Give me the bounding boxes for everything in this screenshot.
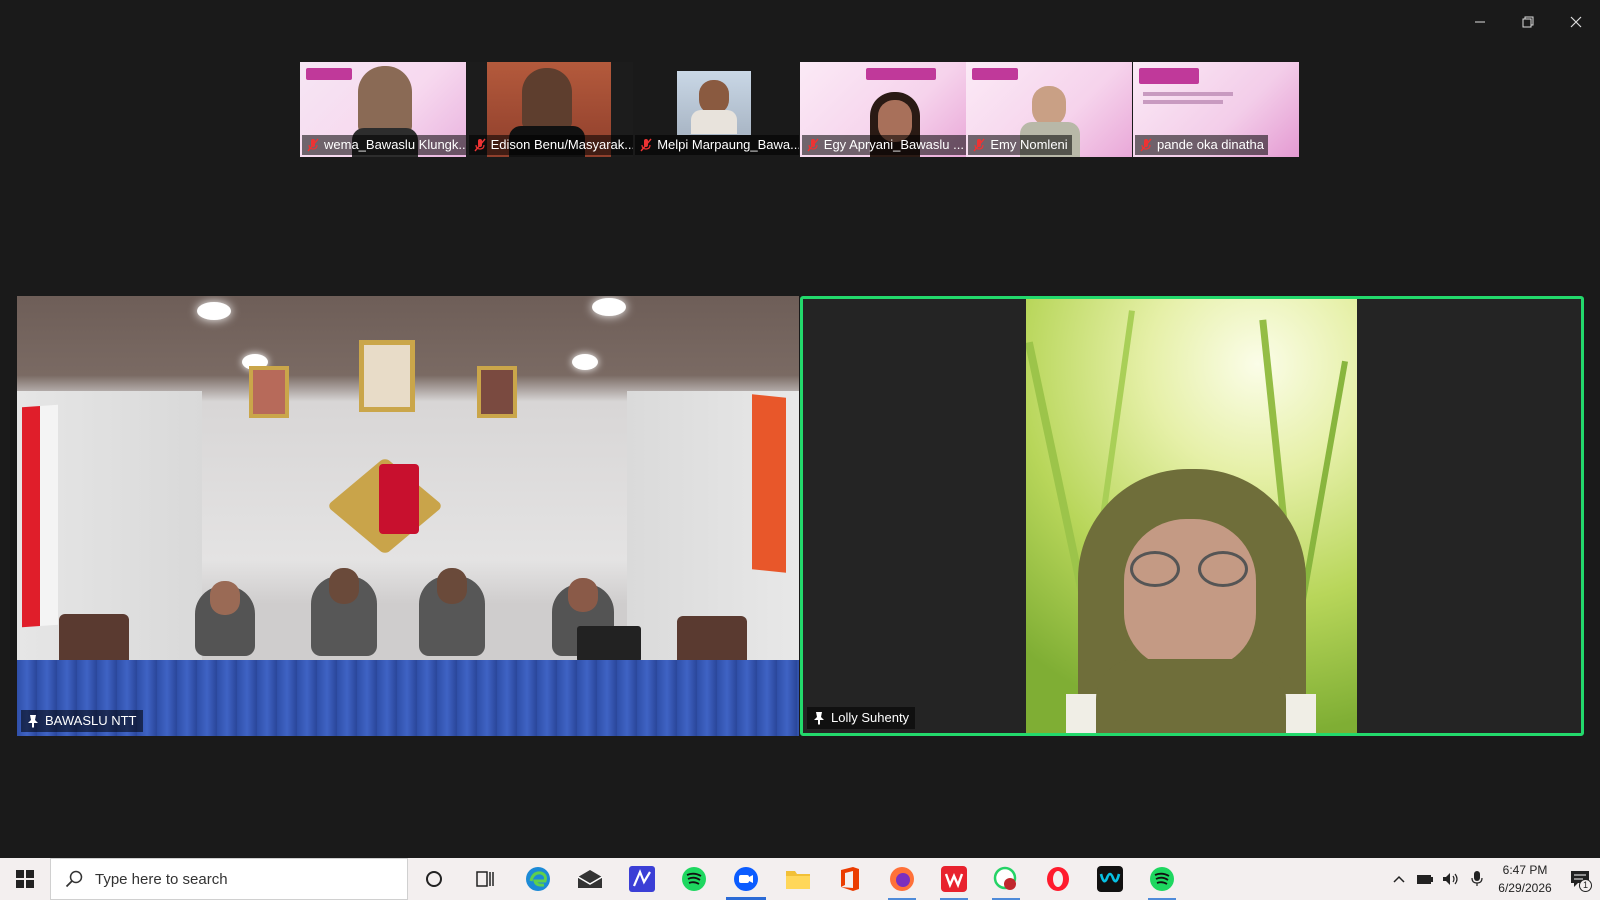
- mail-icon: [577, 870, 603, 888]
- cortana-icon: [426, 871, 442, 887]
- taskbar-app-wps[interactable]: [928, 858, 980, 900]
- clock-time: 6:47 PM: [1502, 863, 1548, 877]
- whatsapp-icon: [993, 866, 1017, 890]
- microphone-icon: [1471, 871, 1483, 886]
- search-icon: [65, 870, 83, 888]
- zoom-meeting-window: wema_Bawaslu Klungk... Edison Benu/Masya…: [0, 0, 1600, 858]
- minimize-icon: [1475, 21, 1485, 23]
- show-hidden-icons-button[interactable]: [1386, 858, 1412, 900]
- close-icon: [1570, 16, 1582, 28]
- window-controls: [1456, 0, 1600, 44]
- mic-muted-icon: [973, 138, 985, 152]
- participant-tile[interactable]: Melpi Marpaung_Bawa...: [633, 62, 800, 157]
- participant-name: Lolly Suhenty: [831, 710, 910, 725]
- participant-name: wema_Bawaslu Klungk...: [324, 137, 466, 152]
- participant-name-label: Emy Nomleni: [968, 135, 1072, 155]
- taskbar-app-spotify[interactable]: [668, 858, 720, 900]
- mic-muted-icon: [807, 138, 819, 152]
- search-placeholder: Type here to search: [95, 870, 228, 888]
- taskbar-app-webex[interactable]: [1084, 858, 1136, 900]
- taskbar-app-firefox[interactable]: [876, 858, 928, 900]
- participant-name: pande oka dinatha: [1156, 137, 1264, 152]
- participant-name: Egy Apryani_Bawaslu ...: [823, 137, 964, 152]
- minimize-button[interactable]: [1456, 0, 1504, 44]
- pin-icon: [814, 712, 824, 725]
- edge-icon: [526, 867, 550, 891]
- notification-count-badge: 1: [1579, 879, 1592, 892]
- participant-name: BAWASLU NTT: [45, 713, 137, 728]
- main-tile-name-label: Lolly Suhenty: [807, 707, 916, 729]
- office-icon: [841, 867, 859, 891]
- participant-name: Emy Nomleni: [990, 137, 1068, 152]
- cortana-button[interactable]: [408, 858, 460, 900]
- app-m-icon: [629, 866, 655, 892]
- taskbar-app-file-explorer[interactable]: [772, 858, 824, 900]
- mic-muted-icon: [474, 138, 486, 152]
- spotify-icon: [682, 867, 706, 891]
- mic-muted-icon: [1140, 138, 1152, 152]
- firefox-icon: [890, 867, 914, 891]
- opera-icon: [1047, 867, 1069, 891]
- speaker-video: [1026, 299, 1357, 733]
- participant-strip: wema_Bawaslu Klungk... Edison Benu/Masya…: [300, 62, 1300, 157]
- taskbar-app-spotify-2[interactable]: [1136, 858, 1188, 900]
- battery-button[interactable]: [1412, 858, 1438, 900]
- taskbar-app-m[interactable]: [616, 858, 668, 900]
- room-video: [17, 296, 799, 736]
- restore-button[interactable]: [1504, 0, 1552, 44]
- volume-button[interactable]: [1438, 858, 1464, 900]
- taskbar-app-opera[interactable]: [1032, 858, 1084, 900]
- taskbar-search-box[interactable]: Type here to search: [50, 858, 408, 900]
- taskbar-app-edge[interactable]: [512, 858, 564, 900]
- chevron-up-icon: [1393, 875, 1405, 883]
- wps-icon: [941, 866, 967, 892]
- windows-taskbar: Type here to search 6:47 PM 6/29/2026 1: [0, 858, 1600, 900]
- participant-name-label: Melpi Marpaung_Bawa...: [635, 135, 800, 155]
- participant-name: Edison Benu/Masyarak...: [490, 137, 633, 152]
- main-video-tile-left[interactable]: BAWASLU NTT: [17, 296, 799, 736]
- task-view-button[interactable]: [460, 858, 512, 900]
- speaker-icon: [1443, 873, 1458, 885]
- participant-tile[interactable]: Egy Apryani_Bawaslu ...: [799, 62, 966, 157]
- mic-muted-icon: [307, 138, 319, 152]
- participant-tile[interactable]: Emy Nomleni: [966, 62, 1133, 157]
- system-tray: 6:47 PM 6/29/2026 1: [1386, 858, 1600, 900]
- action-center-button[interactable]: 1: [1560, 858, 1600, 900]
- task-view-icon: [476, 871, 494, 887]
- restore-icon: [1522, 16, 1534, 28]
- participant-tile[interactable]: Edison Benu/Masyarak...: [466, 62, 633, 157]
- participant-name: Melpi Marpaung_Bawa...: [657, 137, 800, 152]
- battery-icon: [1417, 875, 1433, 884]
- participant-name-label: Egy Apryani_Bawaslu ...: [801, 135, 966, 155]
- taskbar-app-whatsapp[interactable]: [980, 858, 1032, 900]
- main-tile-name-label: BAWASLU NTT: [21, 710, 143, 732]
- microphone-button[interactable]: [1464, 858, 1490, 900]
- zoom-icon: [734, 867, 758, 891]
- spotify-icon: [1150, 867, 1174, 891]
- taskbar-app-mail[interactable]: [564, 858, 616, 900]
- participant-name-label: wema_Bawaslu Klungk...: [302, 135, 466, 155]
- participant-name-label: pande oka dinatha: [1134, 135, 1268, 155]
- taskbar-clock[interactable]: 6:47 PM 6/29/2026: [1490, 861, 1560, 897]
- participant-tile[interactable]: pande oka dinatha: [1132, 62, 1299, 157]
- taskbar-app-zoom[interactable]: [720, 858, 772, 900]
- participant-tile[interactable]: wema_Bawaslu Klungk...: [300, 62, 466, 157]
- pin-icon: [28, 715, 38, 728]
- windows-logo-icon: [16, 870, 34, 888]
- clock-date: 6/29/2026: [1498, 881, 1552, 895]
- folder-icon: [786, 871, 810, 889]
- close-button[interactable]: [1552, 0, 1600, 44]
- mic-muted-icon: [640, 138, 652, 152]
- main-video-tile-right[interactable]: Lolly Suhenty: [800, 296, 1584, 736]
- start-button[interactable]: [0, 858, 50, 900]
- participant-name-label: Edison Benu/Masyarak...: [468, 135, 633, 155]
- webex-icon: [1097, 866, 1123, 892]
- taskbar-app-office[interactable]: [824, 858, 876, 900]
